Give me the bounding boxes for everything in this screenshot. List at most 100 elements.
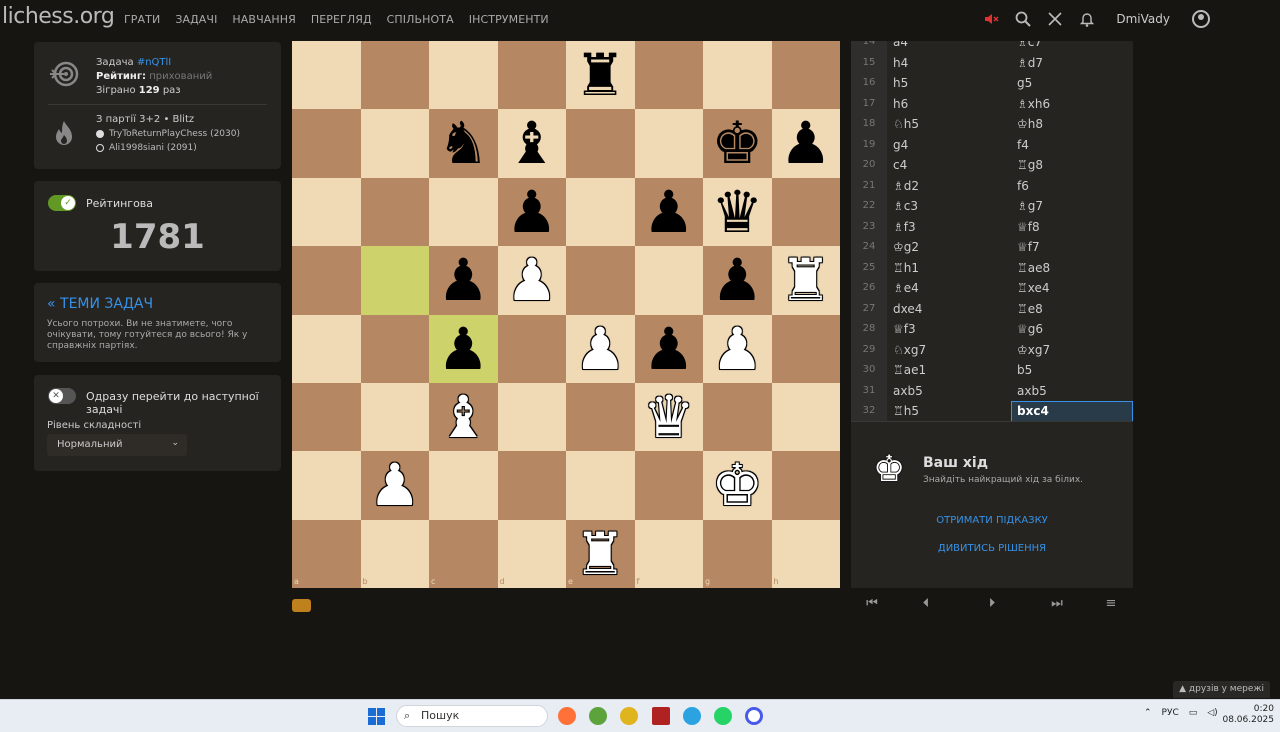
white-move[interactable]: ♗f3 — [893, 217, 1011, 237]
black-move[interactable]: g5 — [1011, 73, 1133, 94]
white-pawn-piece[interactable]: ♟ — [566, 315, 635, 383]
black-pawn-piece[interactable]: ♟ — [498, 178, 567, 246]
black-move[interactable]: f4 — [1011, 135, 1133, 156]
square-b1[interactable] — [360, 519, 429, 588]
square-b8[interactable] — [360, 41, 429, 110]
square-d8[interactable] — [497, 41, 566, 110]
square-e2[interactable] — [566, 451, 635, 520]
square-g3[interactable] — [703, 382, 772, 452]
square-b5[interactable] — [360, 246, 429, 315]
white-move[interactable]: ♖ae1 — [893, 360, 1011, 380]
black-move[interactable]: ♗c7 — [1011, 41, 1133, 53]
black-move[interactable]: f6 — [1011, 176, 1133, 197]
square-c2[interactable] — [429, 451, 498, 520]
nav-puzzles[interactable]: ЗАДАЧІ — [175, 13, 217, 26]
game-link[interactable]: З партії 3+2 • Blitz — [96, 113, 240, 127]
white-move[interactable]: a4 — [893, 41, 1011, 52]
app-icon[interactable] — [620, 707, 638, 725]
square-c1[interactable] — [429, 519, 498, 588]
black-move[interactable]: axb5 — [1011, 381, 1133, 402]
square-e5[interactable] — [566, 246, 635, 315]
clock[interactable]: 0:20 08.06.2025 — [1222, 704, 1274, 726]
square-g8[interactable] — [703, 41, 772, 110]
white-move[interactable]: ♔g2 — [893, 237, 1011, 257]
black-move[interactable]: ♕g6 — [1011, 319, 1133, 340]
white-move[interactable]: ♗e4 — [893, 278, 1011, 298]
search-icon[interactable] — [1014, 10, 1032, 28]
square-d1[interactable] — [497, 519, 566, 588]
language-indicator[interactable]: РУС — [1162, 708, 1179, 718]
square-e3[interactable] — [566, 382, 635, 452]
square-b3[interactable] — [360, 382, 429, 452]
white-move[interactable]: ♘xg7 — [893, 340, 1011, 360]
swords-icon[interactable] — [1046, 10, 1064, 28]
white-move[interactable]: h5 — [893, 73, 1011, 93]
firefox-icon[interactable] — [558, 707, 576, 725]
white-move[interactable]: ♖h1 — [893, 258, 1011, 278]
black-move[interactable]: b5 — [1011, 360, 1133, 381]
square-e7[interactable] — [566, 109, 635, 178]
site-logo[interactable]: lichess.org — [2, 4, 115, 29]
square-c8[interactable] — [429, 41, 498, 110]
nav-tools[interactable]: ІНСТРУМЕНТИ — [469, 13, 549, 26]
circle-app-icon[interactable] — [745, 707, 763, 725]
username[interactable]: DmiVady — [1116, 12, 1170, 26]
black-move[interactable]: ♗g7 — [1011, 196, 1133, 217]
square-f8[interactable] — [634, 41, 703, 110]
square-a3[interactable] — [292, 382, 361, 452]
black-move[interactable]: ♖g8 — [1011, 155, 1133, 176]
white-move[interactable]: ♘h5 — [893, 114, 1011, 134]
bell-icon[interactable] — [1078, 10, 1096, 28]
game-app-icon[interactable] — [652, 707, 670, 725]
black-move[interactable]: ♔h8 — [1011, 114, 1133, 135]
black-move[interactable]: ♖ae8 — [1011, 258, 1133, 279]
square-h8[interactable] — [771, 41, 840, 110]
square-b6[interactable] — [360, 177, 429, 247]
white-pawn-piece[interactable]: ♟ — [498, 246, 567, 314]
black-pawn-piece[interactable]: ♟ — [429, 246, 498, 314]
menu-icon[interactable]: ≡ — [1091, 590, 1131, 618]
square-a2[interactable] — [292, 451, 361, 520]
nav-play[interactable]: ГРАТИ — [124, 13, 160, 26]
puzzle-themes-link[interactable]: « ТЕМИ ЗАДАЧ — [47, 296, 153, 312]
windows-start-icon[interactable] — [368, 708, 385, 725]
square-c6[interactable] — [429, 177, 498, 247]
telegram-icon[interactable] — [683, 707, 701, 725]
black-rook-piece[interactable]: ♜ — [566, 41, 635, 109]
tray-chevron-icon[interactable]: ⌃ — [1144, 708, 1152, 718]
black-move[interactable]: ♖e8 — [1011, 299, 1133, 320]
network-icon[interactable]: ▭ — [1189, 708, 1198, 718]
square-d3[interactable] — [497, 382, 566, 452]
black-move[interactable]: ♖xe4 — [1011, 278, 1133, 299]
black-pawn-piece[interactable]: ♟ — [772, 109, 841, 177]
white-move[interactable]: dxe4 — [893, 299, 1011, 319]
square-b7[interactable] — [360, 109, 429, 178]
prev-move-icon[interactable]: ⏴ — [906, 590, 946, 618]
square-a1[interactable] — [292, 519, 361, 588]
black-king-piece[interactable]: ♚ — [703, 109, 772, 177]
square-f5[interactable] — [634, 246, 703, 315]
puzzle-id-link[interactable]: #nQTlI — [137, 57, 171, 68]
chess-board[interactable]: 8 7 6 5 4 3 2 1 a b c d e f g h ♜ ♞ ♝ ♚ ♟ ♟ ♟ ♛ ♟ ♟ ♟ ♜ ♟ ♟ ♟ ♟ ♝ ♛ ♟ ♚ ♜ — [292, 41, 840, 588]
white-king-piece[interactable]: ♚ — [703, 451, 772, 519]
volume-icon[interactable]: ◁) — [1207, 708, 1217, 718]
black-queen-piece[interactable]: ♛ — [703, 178, 772, 246]
white-move[interactable]: axb5 — [893, 381, 1011, 401]
friends-online-button[interactable]: ▲ друзів у мережі — [1173, 681, 1270, 698]
square-d4[interactable] — [497, 314, 566, 383]
white-move[interactable]: ♕f3 — [893, 319, 1011, 339]
taskbar-search[interactable]: ⌕ Пошук — [396, 705, 548, 727]
black-bishop-piece[interactable]: ♝ — [498, 109, 567, 177]
square-h2[interactable] — [771, 451, 840, 520]
black-move[interactable]: ♕f8 — [1011, 217, 1133, 238]
square-a7[interactable] — [292, 109, 361, 178]
black-player[interactable]: Ali1998siani (2091) — [96, 141, 240, 155]
view-solution-button[interactable]: ДИВИТИСЬ РІШЕННЯ — [851, 543, 1133, 554]
whatsapp-icon[interactable] — [714, 707, 732, 725]
white-rook-piece[interactable]: ♜ — [772, 246, 841, 314]
last-move-icon[interactable]: ⏭ — [1037, 590, 1077, 618]
difficulty-select[interactable]: Нормальний ⌄ — [47, 434, 187, 456]
black-move[interactable]: ♕f7 — [1011, 237, 1133, 258]
square-a5[interactable] — [292, 246, 361, 315]
auto-next-toggle[interactable]: ✕ — [48, 388, 76, 404]
